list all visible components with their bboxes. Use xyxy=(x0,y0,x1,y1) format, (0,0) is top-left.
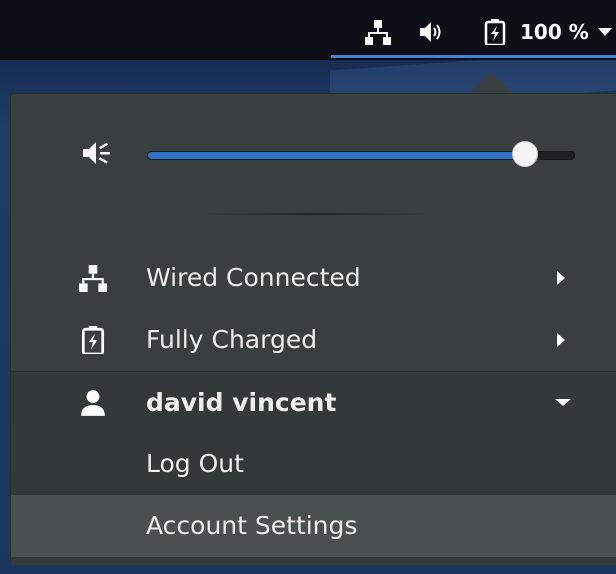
pan-end-icon xyxy=(557,333,565,347)
menu-item-log-out[interactable]: Log Out xyxy=(11,433,616,495)
network-wired-icon xyxy=(79,264,107,292)
menu-item-account-settings[interactable]: Account Settings xyxy=(11,495,616,557)
volume-slider[interactable] xyxy=(147,151,575,160)
battery-full-charged-icon[interactable] xyxy=(482,19,508,45)
menu-item-label: Wired Connected xyxy=(146,263,361,292)
user-icon xyxy=(79,389,107,417)
menu-item-label: Account Settings xyxy=(146,511,358,540)
volume-row xyxy=(11,129,616,177)
submenu-bottom-padding xyxy=(11,557,616,565)
battery-percentage[interactable]: 100 % xyxy=(520,18,589,46)
audio-volume-low-icon[interactable] xyxy=(81,139,113,167)
volume-slider-handle[interactable] xyxy=(512,141,538,167)
menu-item-user[interactable]: david vincent xyxy=(11,371,616,433)
pan-down-icon xyxy=(555,399,571,406)
system-menu: Wired Connected Fully Charged david vinc… xyxy=(10,93,616,565)
network-wired-icon[interactable] xyxy=(365,19,391,45)
pan-down-icon[interactable] xyxy=(598,28,612,36)
menu-item-label: Log Out xyxy=(146,449,244,478)
menu-item-wired-connected[interactable]: Wired Connected xyxy=(11,247,616,309)
audio-volume-high-icon[interactable] xyxy=(418,19,444,45)
battery-full-charged-icon xyxy=(79,326,107,354)
pan-end-icon xyxy=(557,271,565,285)
volume-slider-fill xyxy=(148,152,531,159)
menu-item-label: Fully Charged xyxy=(146,325,318,354)
top-bar: 100 % xyxy=(0,0,616,60)
menu-pointer-arrow xyxy=(469,72,513,94)
menu-separator xyxy=(201,213,431,215)
menu-item-fully-charged[interactable]: Fully Charged xyxy=(11,309,616,371)
system-tray-active-indicator xyxy=(331,55,616,58)
user-name: david vincent xyxy=(146,388,337,417)
